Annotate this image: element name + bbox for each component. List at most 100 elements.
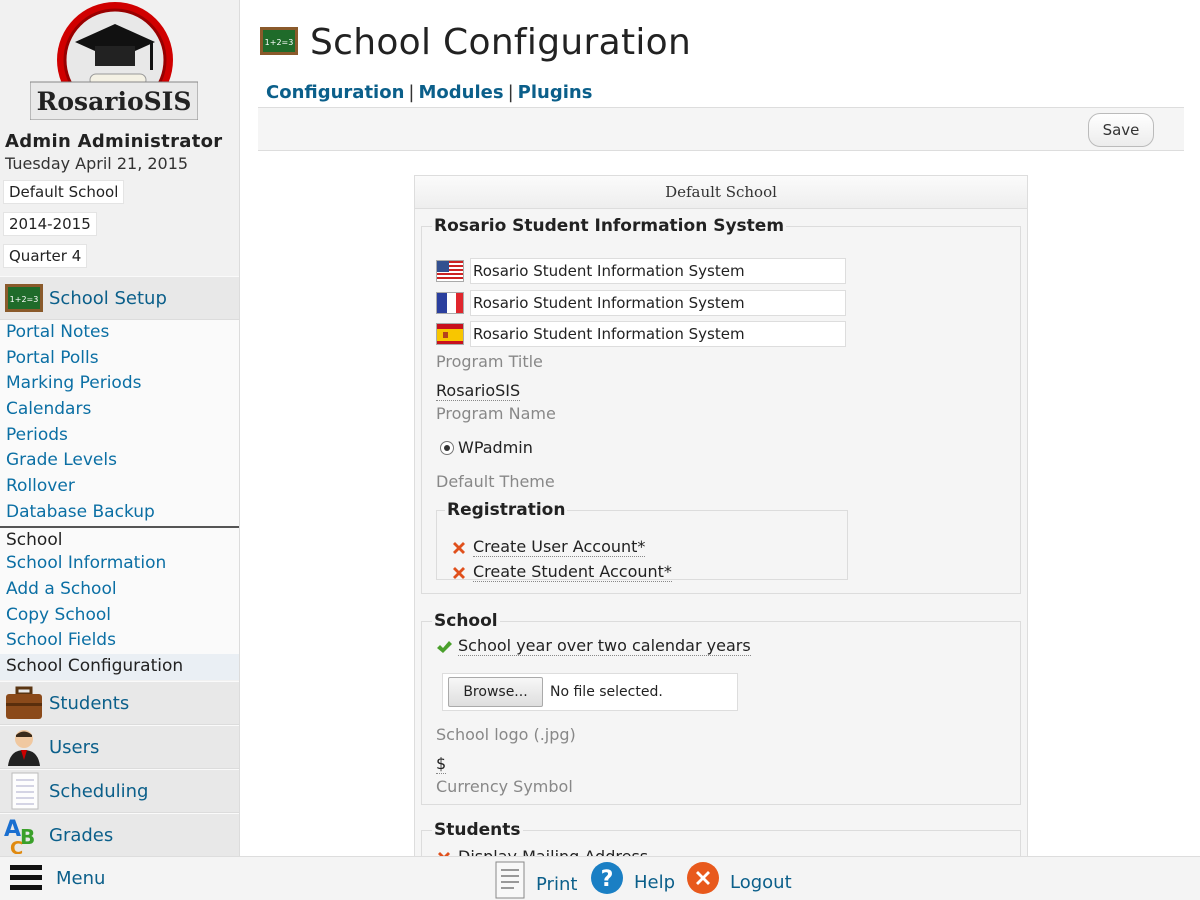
- option-label: School year over two calendar years: [458, 636, 751, 656]
- user-icon: [4, 729, 44, 766]
- notepad-icon: [4, 772, 44, 810]
- section-students: Students Display Mailing Address: [421, 820, 1021, 856]
- hamburger-icon: [10, 865, 42, 890]
- school-year-two-calendar-years-option[interactable]: School year over two calendar years: [436, 637, 751, 656]
- submenu-heading-school: School: [0, 525, 239, 552]
- module-scheduling[interactable]: Scheduling: [0, 769, 239, 813]
- title-row-fr: [436, 290, 846, 316]
- module-students[interactable]: Students: [0, 681, 239, 725]
- page-header: 1+2=3 School Configuration: [260, 22, 691, 63]
- program-title-fr-input[interactable]: [470, 290, 846, 316]
- module-users[interactable]: Users: [0, 725, 239, 769]
- print-button[interactable]: Print: [494, 861, 577, 899]
- chalkboard-icon: 1+2=3: [260, 26, 298, 59]
- module-label: Users: [49, 736, 100, 758]
- save-bar: Save: [258, 107, 1184, 151]
- submenu-marking-periods[interactable]: Marking Periods: [0, 371, 239, 397]
- submenu-copy-school[interactable]: Copy School: [0, 603, 239, 629]
- print-label: Print: [536, 873, 578, 895]
- section-legend: Rosario Student Information System: [434, 216, 785, 236]
- submenu-portal-polls[interactable]: Portal Polls: [0, 346, 239, 372]
- submenu-school-configuration[interactable]: School Configuration: [0, 653, 239, 680]
- help-button[interactable]: ? Help: [590, 861, 675, 895]
- submenu-periods[interactable]: Periods: [0, 423, 239, 449]
- briefcase-icon: [4, 685, 44, 721]
- main-content: 1+2=3 School Configuration Configuration…: [258, 0, 1188, 856]
- save-button[interactable]: Save: [1088, 113, 1154, 147]
- radio-button[interactable]: [440, 440, 454, 455]
- submenu-rollover[interactable]: Rollover: [0, 474, 239, 500]
- marking-period-select[interactable]: Quarter 4: [3, 244, 88, 268]
- menu-toggle[interactable]: Menu: [10, 863, 105, 893]
- us-flag-icon: [436, 260, 464, 282]
- section-registration: Registration Create User Account* Create…: [436, 500, 848, 582]
- school-logo-file-input: Browse... No file selected.: [442, 673, 738, 711]
- logout-button[interactable]: Logout: [686, 861, 792, 895]
- program-title-es-input[interactable]: [470, 321, 846, 347]
- fr-flag-icon: [436, 292, 464, 314]
- tab-configuration[interactable]: Configuration: [266, 82, 404, 103]
- create-student-account-option[interactable]: Create Student Account*: [451, 563, 672, 582]
- module-label: Students: [49, 692, 130, 714]
- module-grades[interactable]: ABC Grades: [0, 813, 239, 856]
- module-label: School Setup: [49, 287, 167, 309]
- school-year-select[interactable]: 2014-2015: [3, 212, 97, 236]
- current-date: Tuesday April 21, 2015: [5, 154, 189, 173]
- browse-button[interactable]: Browse...: [448, 677, 543, 707]
- chalkboard-icon: 1+2=3: [4, 280, 44, 316]
- abc-icon: ABC: [4, 817, 44, 854]
- section-legend: School: [434, 611, 498, 631]
- cross-icon: [453, 541, 465, 554]
- program-name-label: Program Name: [436, 404, 556, 423]
- option-label: Display Mailing Address: [458, 848, 648, 857]
- logout-label: Logout: [730, 871, 792, 893]
- program-name-value[interactable]: RosarioSIS: [436, 382, 521, 401]
- program-title-label: Program Title: [436, 352, 543, 371]
- es-flag-icon: [436, 323, 464, 345]
- svg-text:C: C: [10, 838, 23, 854]
- help-label: Help: [634, 871, 676, 893]
- section-rosario: Rosario Student Information System P: [421, 216, 1021, 594]
- section-legend: Registration: [447, 500, 566, 520]
- title-row-en: [436, 258, 846, 284]
- file-status: No file selected.: [550, 684, 663, 700]
- school-select[interactable]: Default School: [3, 180, 125, 204]
- config-form: Default School Rosario Student Informati…: [414, 175, 1028, 856]
- theme-option-wpadmin[interactable]: WPadmin: [440, 438, 533, 457]
- submenu-calendars[interactable]: Calendars: [0, 397, 239, 423]
- sidebar: RosarioSIS Admin Administrator Tuesday A…: [0, 0, 240, 856]
- svg-text:1+2=3: 1+2=3: [10, 295, 39, 304]
- check-icon: [437, 640, 452, 653]
- tab-modules[interactable]: Modules: [419, 82, 504, 103]
- display-mailing-address-option[interactable]: Display Mailing Address: [436, 848, 648, 856]
- section-legend: Students: [434, 820, 521, 840]
- currency-symbol-value[interactable]: $: [436, 755, 447, 774]
- submenu-grade-levels[interactable]: Grade Levels: [0, 448, 239, 474]
- submenu-add-a-school[interactable]: Add a School: [0, 577, 239, 603]
- logout-icon: [687, 862, 719, 894]
- submenu-database-backup[interactable]: Database Backup: [0, 500, 239, 526]
- svg-text:?: ?: [601, 867, 614, 892]
- logo-text: RosarioSIS: [37, 87, 192, 116]
- rosariosis-logo[interactable]: RosarioSIS: [29, 2, 199, 121]
- title-row-es: [436, 321, 846, 347]
- program-title-en-input[interactable]: [470, 258, 846, 284]
- tab-plugins[interactable]: Plugins: [518, 82, 593, 103]
- print-icon: [495, 861, 525, 899]
- config-tabs: Configuration | Modules | Plugins: [266, 82, 592, 103]
- footer-bar: Menu Print ? Help Logout: [0, 856, 1200, 900]
- create-user-account-option[interactable]: Create User Account*: [451, 538, 646, 557]
- tab-separator: |: [507, 82, 514, 103]
- tab-separator: |: [408, 82, 415, 103]
- module-label: Grades: [49, 824, 114, 846]
- submenu-portal-notes[interactable]: Portal Notes: [0, 320, 239, 346]
- submenu-school-information[interactable]: School Information: [0, 551, 239, 577]
- menu-label: Menu: [56, 867, 106, 889]
- default-theme-label: Default Theme: [436, 472, 555, 491]
- module-school-setup[interactable]: 1+2=3 School Setup: [0, 276, 239, 320]
- module-label: Scheduling: [49, 780, 149, 802]
- theme-option-label: WPadmin: [458, 438, 533, 457]
- option-label: Create Student Account*: [473, 562, 672, 582]
- submenu-school-fields[interactable]: School Fields: [0, 628, 239, 654]
- submenu: Portal Notes Portal Polls Marking Period…: [0, 320, 239, 680]
